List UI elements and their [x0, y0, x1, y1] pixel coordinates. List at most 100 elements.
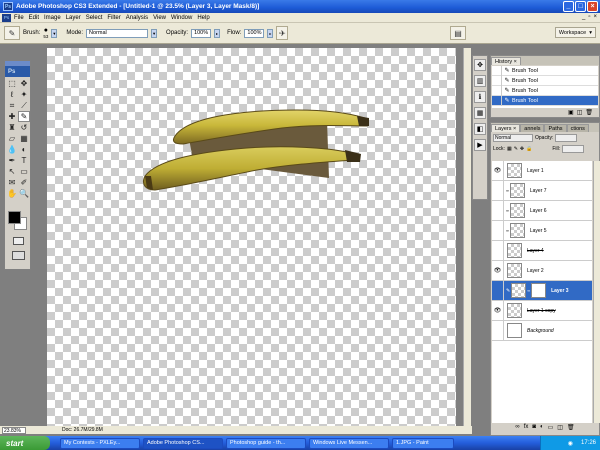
- pen-tool-icon[interactable]: ✒: [6, 155, 18, 166]
- taskbar-item[interactable]: My Contests - PXLEy...: [60, 437, 140, 449]
- delete-layer-icon[interactable]: 🗑: [567, 424, 575, 433]
- tab-paths[interactable]: Paths: [544, 124, 567, 132]
- opacity-input[interactable]: 100%: [191, 28, 212, 38]
- path-selection-tool-icon[interactable]: ↖: [6, 166, 18, 177]
- canvas-vertical-scrollbar[interactable]: [463, 48, 471, 426]
- menu-layer[interactable]: Layer: [66, 15, 81, 21]
- airbrush-icon[interactable]: ✈: [276, 26, 289, 40]
- tab-channels[interactable]: annels: [520, 124, 545, 132]
- close-button[interactable]: ×: [587, 1, 598, 12]
- add-mask-icon[interactable]: ◙: [532, 424, 536, 433]
- adjustment-layer-icon[interactable]: ◐: [540, 424, 544, 433]
- history-item[interactable]: ✎ Brush Tool: [492, 85, 598, 96]
- move-tool-icon[interactable]: ✥: [18, 78, 30, 89]
- maximize-button[interactable]: □: [575, 1, 586, 12]
- history-item[interactable]: ✎ Brush Tool: [492, 65, 598, 76]
- history-checkbox[interactable]: [492, 65, 502, 76]
- histogram-panel-icon[interactable]: ▥: [474, 75, 486, 87]
- tab-history[interactable]: History ×: [491, 57, 521, 65]
- eraser-tool-icon[interactable]: ▱: [6, 133, 18, 144]
- navigator-panel-icon[interactable]: ✥: [474, 59, 486, 71]
- clone-stamp-tool-icon[interactable]: ♜: [6, 122, 18, 133]
- taskbar-item[interactable]: Windows Live Messen...: [309, 437, 389, 449]
- menu-view[interactable]: View: [153, 15, 166, 21]
- menu-filter[interactable]: Filter: [107, 15, 120, 21]
- doc-minimize-button[interactable]: _: [582, 14, 585, 20]
- document-canvas[interactable]: [47, 48, 456, 426]
- new-document-from-state-icon[interactable]: ▣: [568, 109, 574, 117]
- layer-row[interactable]: ∞ Layer 6: [492, 200, 592, 221]
- link-layers-icon[interactable]: ∞: [515, 424, 519, 433]
- visibility-toggle[interactable]: [492, 220, 504, 241]
- document-info[interactable]: Doc: 26.7M/29.8M: [62, 427, 103, 433]
- visibility-toggle[interactable]: [492, 200, 504, 221]
- layer-style-icon[interactable]: fx: [524, 424, 529, 433]
- screen-mode-icon[interactable]: [12, 251, 25, 260]
- eye-icon[interactable]: 👁: [492, 260, 504, 281]
- crop-tool-icon[interactable]: ⌗: [6, 100, 18, 111]
- workspace-menu[interactable]: Workspace ▾: [554, 27, 596, 38]
- lock-position-icon[interactable]: ✥: [520, 146, 524, 152]
- zoom-level-input[interactable]: 23.83%: [2, 426, 26, 434]
- doc-restore-button[interactable]: ▫: [588, 14, 590, 20]
- shape-tool-icon[interactable]: ▭: [18, 166, 30, 177]
- menu-window[interactable]: Window: [171, 15, 192, 21]
- opacity-dropdown-icon[interactable]: ▸: [214, 28, 221, 38]
- layer-mask-thumbnail[interactable]: [531, 283, 547, 298]
- lock-transparency-icon[interactable]: ▦: [507, 146, 512, 152]
- healing-brush-tool-icon[interactable]: ✚: [6, 111, 18, 122]
- lock-all-icon[interactable]: 🔒: [526, 146, 532, 152]
- start-button[interactable]: start: [0, 436, 50, 450]
- visibility-toggle[interactable]: [492, 180, 504, 201]
- new-layer-icon[interactable]: ◫: [557, 424, 563, 433]
- tray-network-icon[interactable]: ◉: [568, 440, 573, 447]
- layer-row-selected[interactable]: ✎ ∞ Layer 3: [492, 280, 592, 301]
- blur-tool-icon[interactable]: 💧: [6, 144, 18, 155]
- layer-opacity-input[interactable]: [555, 133, 578, 142]
- history-item[interactable]: ✎ Brush Tool: [492, 75, 598, 86]
- dodge-tool-icon[interactable]: ◐: [18, 144, 30, 155]
- layers-scrollbar[interactable]: [593, 161, 600, 423]
- slice-tool-icon[interactable]: ⟋: [18, 100, 30, 111]
- tab-layers[interactable]: Layers ×: [491, 124, 521, 132]
- styles-panel-icon[interactable]: ◧: [474, 123, 486, 135]
- history-checkbox[interactable]: [492, 75, 502, 86]
- new-group-icon[interactable]: ▭: [548, 424, 554, 433]
- fill-input[interactable]: [562, 144, 585, 153]
- history-checkbox[interactable]: [492, 85, 502, 96]
- layer-row[interactable]: ∞ Layer 7: [492, 180, 592, 201]
- visibility-toggle[interactable]: [492, 320, 504, 341]
- type-tool-icon[interactable]: T: [18, 155, 30, 166]
- layer-row[interactable]: 👁 Layer 2: [492, 260, 592, 281]
- new-snapshot-icon[interactable]: ◫: [577, 109, 583, 117]
- brush-preset-icon[interactable]: ✎: [4, 26, 20, 40]
- history-checkbox[interactable]: [492, 95, 502, 106]
- layer-row[interactable]: Background: [492, 320, 592, 341]
- eye-icon[interactable]: 👁: [492, 160, 504, 181]
- lasso-tool-icon[interactable]: ℓ: [6, 89, 18, 100]
- mode-dropdown-icon[interactable]: ▼: [151, 28, 158, 38]
- actions-panel-icon[interactable]: ▶: [474, 139, 486, 151]
- layer-row[interactable]: 👁 Layer 1: [492, 160, 592, 181]
- menu-image[interactable]: Image: [44, 15, 61, 21]
- visibility-toggle[interactable]: [492, 280, 504, 301]
- layer-row[interactable]: ∞ Layer 5: [492, 220, 592, 241]
- flow-input[interactable]: 100%: [244, 28, 265, 38]
- visibility-toggle[interactable]: [492, 240, 504, 261]
- doc-close-button[interactable]: ×: [593, 14, 597, 20]
- blend-mode-select[interactable]: Normal: [493, 133, 533, 142]
- tab-actions[interactable]: ctions: [566, 124, 589, 132]
- history-brush-tool-icon[interactable]: ↺: [18, 122, 30, 133]
- marquee-tool-icon[interactable]: ⬚: [6, 78, 18, 89]
- menu-help[interactable]: Help: [197, 15, 209, 21]
- menu-analysis[interactable]: Analysis: [126, 15, 148, 21]
- flow-dropdown-icon[interactable]: ▸: [267, 28, 274, 38]
- mode-select[interactable]: Normal: [86, 28, 149, 38]
- layer-row[interactable]: Layer 4: [492, 240, 592, 261]
- zoom-tool-icon[interactable]: 🔍: [18, 188, 30, 199]
- quick-mask-icon[interactable]: [13, 237, 24, 245]
- document-icon[interactable]: Ps: [2, 13, 11, 22]
- brush-picker[interactable]: ● 53: [43, 27, 48, 39]
- mask-link-icon[interactable]: ∞: [527, 288, 530, 293]
- hand-tool-icon[interactable]: ✋: [6, 188, 18, 199]
